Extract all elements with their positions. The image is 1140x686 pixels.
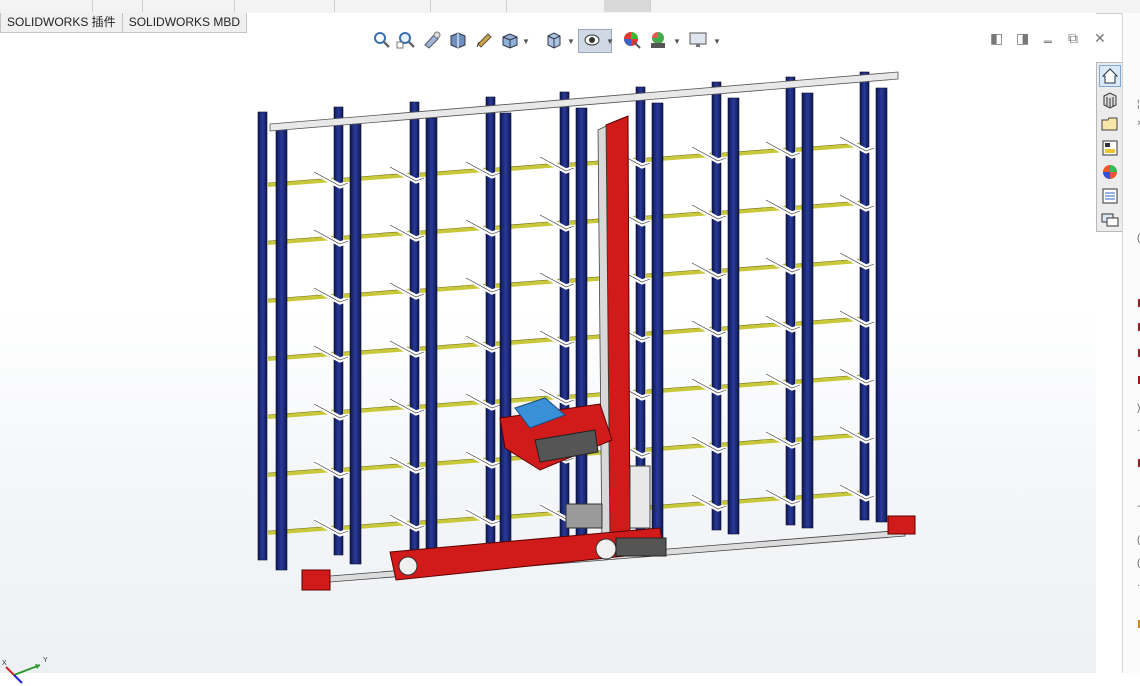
triad-x-label: X bbox=[2, 660, 7, 667]
chevron-down-icon[interactable]: ▼ bbox=[713, 37, 721, 46]
appearances-icon[interactable] bbox=[1099, 161, 1121, 183]
tab-segment[interactable] bbox=[142, 0, 235, 12]
reference-triad: Y X bbox=[2, 657, 48, 684]
section-view-icon[interactable] bbox=[448, 30, 468, 50]
previous-document-icon[interactable]: ◧ bbox=[990, 30, 1003, 47]
rack-upright-back bbox=[485, 96, 496, 546]
chevron-down-icon[interactable]: ▼ bbox=[522, 37, 530, 46]
apply-scene-icon[interactable] bbox=[648, 30, 668, 50]
rack-upright-front bbox=[875, 87, 888, 523]
rack-upright-front bbox=[425, 117, 438, 559]
zoom-to-area-icon[interactable] bbox=[396, 30, 416, 50]
rack-upright-back bbox=[859, 71, 870, 521]
task-pane bbox=[1096, 62, 1124, 232]
view-settings-icon[interactable] bbox=[688, 30, 708, 50]
tab-segment[interactable] bbox=[506, 0, 605, 12]
previous-view-icon[interactable] bbox=[422, 30, 442, 50]
tab-segment[interactable] bbox=[430, 0, 507, 12]
home-icon[interactable] bbox=[1099, 65, 1121, 87]
panel-marker: ¦ bbox=[1137, 99, 1140, 110]
tab-segment[interactable] bbox=[334, 0, 431, 12]
drive-motor bbox=[615, 537, 667, 557]
triad-y-label: Y bbox=[43, 657, 48, 664]
rack-upright-back bbox=[257, 111, 268, 561]
storage-rack-model[interactable] bbox=[0, 13, 1096, 673]
hide-show-items-icon[interactable] bbox=[582, 30, 602, 50]
rack-upright-back bbox=[711, 81, 722, 531]
rack-upright-front bbox=[275, 127, 288, 571]
property-manager-edge: ¦ × ( ) · - ( ( · bbox=[1122, 13, 1140, 673]
control-cabinet bbox=[629, 465, 651, 529]
base-wheel bbox=[595, 538, 617, 560]
file-explorer-icon[interactable] bbox=[1099, 113, 1121, 135]
tab-segment-active[interactable] bbox=[604, 0, 651, 12]
zoom-to-fit-icon[interactable] bbox=[372, 30, 392, 50]
tab-solidworks-addins[interactable]: SOLIDWORKS 插件 bbox=[0, 13, 123, 33]
display-style-icon[interactable] bbox=[544, 30, 564, 50]
rail-end-stop bbox=[887, 515, 916, 535]
rack-upright-front bbox=[651, 102, 664, 541]
chevron-down-icon[interactable]: ▼ bbox=[606, 37, 614, 46]
rack-upright-back bbox=[333, 106, 344, 556]
restore-icon[interactable]: ⧉ bbox=[1068, 30, 1078, 47]
chevron-down-icon[interactable]: ▼ bbox=[673, 37, 681, 46]
rail-end-stop bbox=[301, 569, 331, 591]
tab-segment[interactable] bbox=[234, 0, 335, 12]
rack-upright-front bbox=[801, 92, 814, 529]
tab-solidworks-mbd[interactable]: SOLIDWORKS MBD bbox=[122, 13, 248, 33]
minimize-icon[interactable]: ‗ bbox=[1044, 27, 1052, 43]
document-tab-strip bbox=[0, 0, 1140, 14]
rack-upright-front bbox=[575, 107, 588, 547]
design-library-icon[interactable] bbox=[1099, 89, 1121, 111]
next-document-icon[interactable]: ◨ bbox=[1016, 30, 1029, 47]
close-icon[interactable]: ✕ bbox=[1094, 30, 1106, 47]
gear-motor bbox=[565, 503, 603, 529]
rack-upright-back bbox=[559, 91, 570, 541]
rack-upright-back bbox=[785, 76, 796, 526]
graphics-area[interactable]: ▼ ▼ ▼ ▼ ▼ ◧ ◨ ‗ ⧉ ✕ Y X bbox=[0, 13, 1106, 684]
custom-properties-icon[interactable] bbox=[1099, 185, 1121, 207]
view-orientation-icon[interactable] bbox=[500, 30, 520, 50]
chevron-down-icon[interactable]: ▼ bbox=[567, 37, 575, 46]
forum-icon[interactable] bbox=[1099, 209, 1121, 231]
view-palette-icon[interactable] bbox=[1099, 137, 1121, 159]
base-wheel bbox=[398, 556, 418, 576]
command-manager-tabs: SOLIDWORKS 插件 SOLIDWORKS MBD bbox=[0, 13, 248, 33]
tab-segment[interactable] bbox=[92, 0, 143, 12]
rack-upright-back bbox=[409, 101, 420, 551]
edit-appearance-icon[interactable] bbox=[622, 30, 642, 50]
rack-upright-front bbox=[499, 112, 512, 553]
rack-upright-front bbox=[349, 122, 362, 565]
rack-upright-front bbox=[727, 97, 740, 535]
dynamic-annotation-view-icon[interactable] bbox=[474, 30, 494, 50]
tab-segment[interactable] bbox=[0, 0, 93, 12]
